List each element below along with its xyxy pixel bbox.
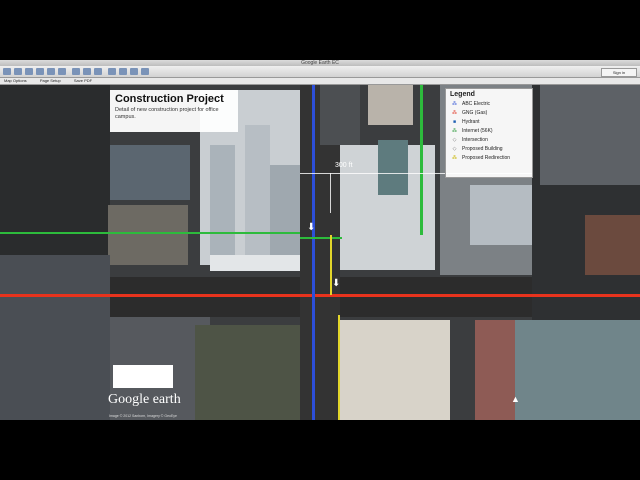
google-earth-logo: Google earth (108, 392, 181, 407)
maps-icon[interactable] (141, 68, 149, 75)
copyright-text: Image © 2012 Sanborn, Imagery © GeoEye (109, 414, 178, 418)
intersection-icon: ◇ (452, 137, 457, 143)
sign-in-button[interactable]: Sign in (601, 68, 637, 77)
ruler-icon[interactable] (108, 68, 116, 75)
hydrant-icon: ■ (452, 119, 457, 125)
google-earth-window: Google Earth EC Sign in Map Options Page… (0, 60, 640, 420)
save-pdf-menu[interactable]: Save PDF (74, 78, 92, 83)
sun-icon[interactable] (72, 68, 80, 75)
building-icon: ◇ (452, 146, 457, 152)
map-options-menu[interactable]: Map Options (4, 78, 27, 83)
scale-box (113, 365, 173, 388)
info-description: Detail of new construction project for o… (115, 107, 219, 120)
historical-imagery-icon[interactable] (83, 68, 91, 75)
toolbar: Sign in (0, 66, 640, 78)
legend-panel: Legend ⁂ ABC Electric ⁂ GNG (Gas) ■ Hydrant… (445, 88, 533, 178)
electric-line (312, 85, 315, 420)
sidebar-toggle-icon[interactable] (3, 68, 11, 75)
intersection-arrow-icon[interactable]: ⬇ (307, 222, 315, 233)
sky-icon[interactable] (94, 68, 102, 75)
internet-icon: ⁂ (452, 128, 457, 134)
page-setup-menu[interactable]: Page Setup (40, 78, 61, 83)
legend-title: Legend (450, 91, 475, 98)
redirection-icon: ⁂ (452, 155, 457, 161)
electric-icon: ⁂ (452, 101, 457, 107)
info-title: Construction Project (115, 93, 224, 105)
legend-item: ⁂ ABC Electric (452, 101, 491, 107)
internet-line (0, 232, 300, 234)
overlay-icon[interactable] (47, 68, 55, 75)
intersection-arrow-icon[interactable]: ⬇ (332, 278, 340, 289)
legend-item: ⁂ Internet (56K) (452, 128, 493, 134)
print-icon[interactable] (130, 68, 138, 75)
legend-item: ◇ Proposed Building (446, 145, 532, 154)
gas-line (0, 294, 640, 297)
legend-item: ■ Hydrant (446, 118, 532, 127)
info-panel: Construction Project Detail of new const… (110, 90, 238, 132)
email-icon[interactable] (119, 68, 127, 75)
legend-item: ◇ Intersection (446, 136, 532, 145)
tour-icon[interactable] (58, 68, 66, 75)
map-view[interactable]: ⬇ ⬇ ▲ (0, 85, 640, 420)
gas-icon: ⁂ (452, 110, 457, 116)
print-menubar: Map Options Page Setup Save PDF (0, 78, 640, 85)
placemark-icon[interactable] (14, 68, 22, 75)
path-icon[interactable] (36, 68, 44, 75)
distance-label: 300 ft (335, 162, 353, 169)
legend-item: ⁂ Proposed Redirection (452, 155, 511, 161)
navigation-compass-icon[interactable]: ▲ (511, 394, 520, 404)
legend-item: ⁂ GNG (Gas) (452, 110, 488, 116)
polygon-icon[interactable] (25, 68, 33, 75)
